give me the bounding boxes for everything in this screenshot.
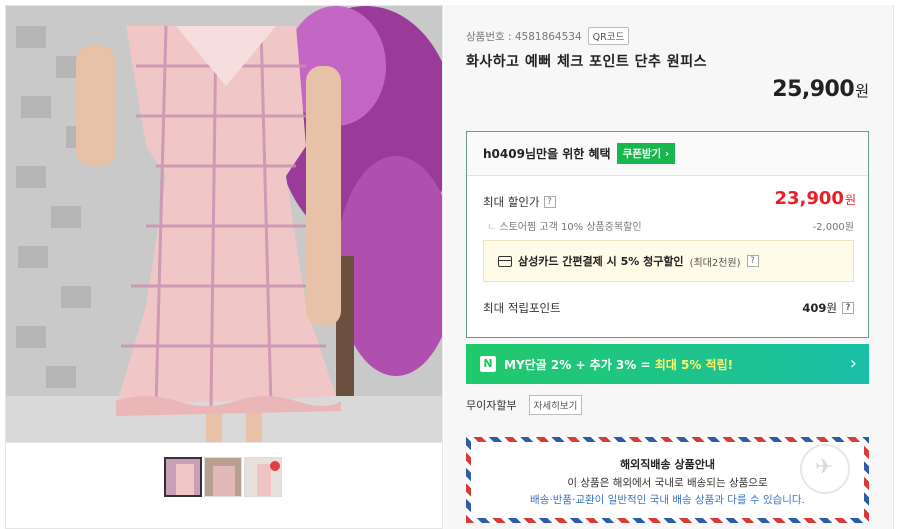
- my-regular-banner[interactable]: N MY단골 2% + 추가 3% = 최대 5% 적립! ›: [466, 344, 869, 384]
- overseas-shipping-notice: 해외직배송 상품안내 이 상품은 해외에서 국내로 배송되는 상품으로 배송·반…: [466, 437, 869, 523]
- points-unit: 원: [826, 301, 837, 315]
- card-discount-box: 삼성카드 간편결제 시 5% 청구할인 (최대2천원) ?: [483, 240, 854, 282]
- naver-n-icon: N: [480, 356, 496, 372]
- store-discount-label: 스토어찜 고객 10% 상품중복할인: [487, 218, 641, 233]
- benefit-header: h0409님만을 위한 혜택 쿠폰받기: [467, 132, 868, 176]
- product-main-image: [5, 5, 443, 443]
- points-value-row: 409원 ?: [802, 300, 854, 316]
- benefit-title: h0409님만을 위한 혜택: [483, 147, 611, 161]
- thumbnail-1[interactable]: [164, 457, 202, 497]
- thumbnail-2[interactable]: [204, 457, 242, 497]
- coupon-button[interactable]: 쿠폰받기: [616, 143, 676, 164]
- product-info-panel: 상품번호 : 4581864534 QR코드 화사하고 예뻐 체크 포인트 단추…: [444, 5, 894, 529]
- product-price: 25,900 원: [772, 77, 869, 102]
- product-photo: [6, 6, 442, 442]
- my-banner-highlight: 최대 5% 적립!: [654, 357, 734, 372]
- overseas-line-2: 배송·반품·교환이 일반적인 국내 배송 상품과 다를 수 있습니다.: [530, 494, 805, 506]
- help-icon[interactable]: ?: [842, 302, 854, 314]
- thumbnail-3[interactable]: [244, 457, 282, 497]
- benefit-box: h0409님만을 위한 혜택 쿠폰받기 최대 할인가 ? 23,900 원 스토…: [466, 131, 869, 338]
- product-code-row: 상품번호 : 4581864534 QR코드: [466, 27, 630, 45]
- overseas-title: 해외직배송 상품안내: [620, 458, 715, 471]
- qr-code-button[interactable]: QR코드: [587, 27, 630, 45]
- max-price-unit: 원: [844, 193, 856, 207]
- installment-label: 무이자할부: [466, 399, 517, 412]
- help-icon[interactable]: ?: [543, 196, 556, 208]
- store-discount-value: -2,000원: [812, 222, 854, 233]
- price-value: 25,900: [772, 77, 855, 102]
- overseas-line-1: 이 상품은 해외에서 국내로 배송되는 상품으로: [567, 477, 768, 489]
- max-discount-label: 최대 할인가: [483, 195, 540, 209]
- product-code: 상품번호 : 4581864534: [466, 30, 582, 43]
- price-currency: 원: [855, 82, 869, 100]
- chevron-right-icon: ›: [849, 353, 857, 374]
- my-banner-text: MY단골 2% + 추가 3% = 최대 5% 적립!: [504, 357, 734, 372]
- max-discount-row: 최대 할인가 ?: [483, 194, 556, 210]
- installment-detail-button[interactable]: 자세히보기: [528, 395, 583, 415]
- max-price-value: 23,900: [774, 188, 844, 209]
- points-label: 최대 적립포인트: [483, 301, 561, 315]
- max-discount-price: 23,900 원: [774, 188, 856, 209]
- points-value: 409: [802, 301, 827, 315]
- thumbnail-strip: [5, 443, 443, 529]
- credit-card-icon: [498, 255, 512, 267]
- card-discount-sub: (최대2천원): [689, 257, 741, 269]
- installment-row: 무이자할부 자세히보기: [466, 395, 583, 415]
- card-discount-text: 삼성카드 간편결제 시 5% 청구할인: [518, 255, 684, 268]
- help-icon[interactable]: ?: [746, 255, 759, 267]
- product-title: 화사하고 예뻐 체크 포인트 단추 원피스: [466, 54, 707, 70]
